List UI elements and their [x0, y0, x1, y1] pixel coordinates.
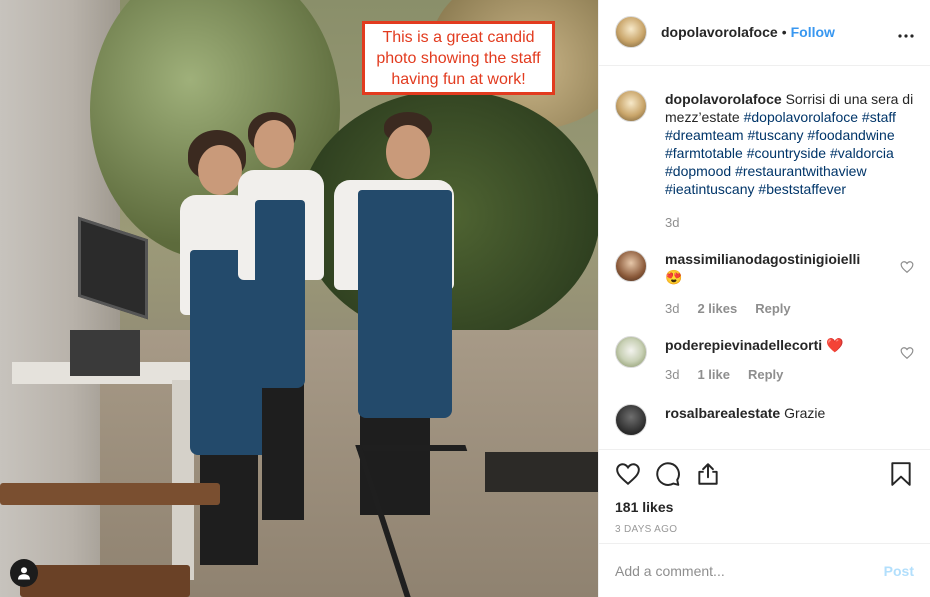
post-header: dopolavorolafoce • Follow — [599, 0, 930, 66]
post-actions: 181 likes 3 DAYS AGO — [599, 449, 930, 543]
hashtag-link[interactable]: #farmtotable — [665, 145, 743, 161]
comment-likes[interactable]: 1 like — [697, 366, 730, 384]
comment-meta: 3d 2 likes Reply — [665, 300, 900, 318]
hashtag-link[interactable]: #beststaffever — [758, 181, 846, 197]
separator-dot: • — [781, 24, 787, 41]
share-icon[interactable] — [695, 461, 721, 487]
caption-age[interactable]: 3d — [665, 214, 679, 232]
hashtag-link[interactable]: #tuscany — [747, 127, 803, 143]
caption-username[interactable]: dopolavorolafoce — [665, 91, 782, 107]
photo-person3-face — [386, 125, 430, 179]
avatar[interactable] — [615, 89, 647, 122]
avatar[interactable] — [615, 16, 647, 49]
caption: dopolavorolafoce Sorrisi di una sera di … — [615, 89, 914, 232]
photo-person1-face — [198, 145, 242, 195]
comment-likes[interactable]: 2 likes — [697, 300, 737, 318]
comment-age[interactable]: 3d — [665, 300, 679, 318]
hashtag-link[interactable]: #countryside — [747, 145, 826, 161]
comment-item: rosalbarealestate Grazie — [615, 403, 914, 436]
photo-patio-table — [485, 452, 598, 492]
comment-body: massimilianodagostinigioielli 😍 3d 2 lik… — [665, 250, 900, 318]
hashtag-link[interactable]: #dreamteam — [665, 127, 744, 143]
photo-person2-face — [254, 120, 294, 168]
heart-icon[interactable] — [615, 461, 641, 487]
post-side-panel: dopolavorolafoce • Follow dopolavorolafo… — [598, 0, 930, 597]
caption-meta: 3d — [665, 214, 914, 232]
photo-person3-apron — [358, 190, 452, 418]
add-comment-bar: Post — [599, 543, 930, 597]
comment-like-heart-icon[interactable] — [900, 346, 914, 360]
comment-like-heart-icon[interactable] — [900, 260, 914, 274]
caption-body: dopolavorolafoce Sorrisi di una sera di … — [665, 90, 914, 232]
photo-person2-apron — [255, 200, 305, 388]
follow-button[interactable]: Follow — [791, 24, 835, 40]
reply-button[interactable]: Reply — [755, 300, 790, 318]
hashtag-link[interactable]: #valdorcia — [830, 145, 894, 161]
photo-person2-pants — [262, 380, 304, 520]
avatar[interactable] — [615, 403, 647, 436]
photo-bench-seat — [20, 565, 190, 597]
comment-age[interactable]: 3d — [665, 366, 679, 384]
comment-icon[interactable] — [655, 461, 681, 487]
post-comment-button[interactable]: Post — [884, 563, 914, 579]
author-username[interactable]: dopolavorolafoce — [661, 24, 778, 40]
comment-body: rosalbarealestate Grazie — [665, 404, 905, 422]
user-tag-button[interactable] — [10, 559, 38, 587]
hashtag-link[interactable]: #restaurantwithaview — [735, 163, 867, 179]
post-photo[interactable]: This is a great candid photo showing the… — [0, 0, 598, 597]
comment-text: 😍 — [665, 268, 683, 285]
photo-bench-back — [0, 483, 220, 505]
comment-text: Grazie — [784, 404, 826, 421]
avatar[interactable] — [615, 335, 647, 368]
hashtag-link[interactable]: #dopolavorolafoce — [744, 109, 858, 125]
comments-list[interactable]: dopolavorolafoce Sorrisi di una sera di … — [599, 66, 930, 449]
instagram-post: This is a great candid photo showing the… — [0, 0, 930, 597]
comment-meta: 3d 1 like Reply — [665, 366, 900, 384]
comment-username[interactable]: poderepievinadellecorti — [665, 337, 822, 353]
likes-count[interactable]: 181 likes — [615, 499, 914, 515]
more-options-button[interactable] — [898, 22, 914, 43]
comment-body: poderepievinadellecorti ❤️ 3d 1 like Rep… — [665, 336, 900, 384]
post-timestamp[interactable]: 3 DAYS AGO — [615, 524, 914, 535]
action-icons — [615, 458, 914, 490]
avatar[interactable] — [615, 249, 647, 282]
hashtag-link[interactable]: #staff — [862, 109, 896, 125]
comment-item: poderepievinadellecorti ❤️ 3d 1 like Rep… — [615, 335, 914, 384]
comment-input[interactable] — [615, 562, 884, 579]
comment-username[interactable]: rosalbarealestate — [665, 405, 780, 421]
comment-username[interactable]: massimilianodagostinigioielli — [665, 251, 860, 267]
more-horizontal-icon — [898, 34, 914, 38]
hashtag-link[interactable]: #dopmood — [665, 163, 731, 179]
user-icon — [18, 567, 30, 580]
annotation-callout: This is a great candid photo showing the… — [362, 21, 555, 95]
photo-printer — [70, 330, 140, 376]
hashtag-link[interactable]: #ieatintuscany — [665, 181, 755, 197]
comment-item: massimilianodagostinigioielli 😍 3d 2 lik… — [615, 249, 914, 318]
bookmark-icon[interactable] — [888, 461, 914, 487]
comment-text: ❤️ — [826, 336, 844, 353]
hashtag-link[interactable]: #foodandwine — [807, 127, 894, 143]
reply-button[interactable]: Reply — [748, 366, 783, 384]
